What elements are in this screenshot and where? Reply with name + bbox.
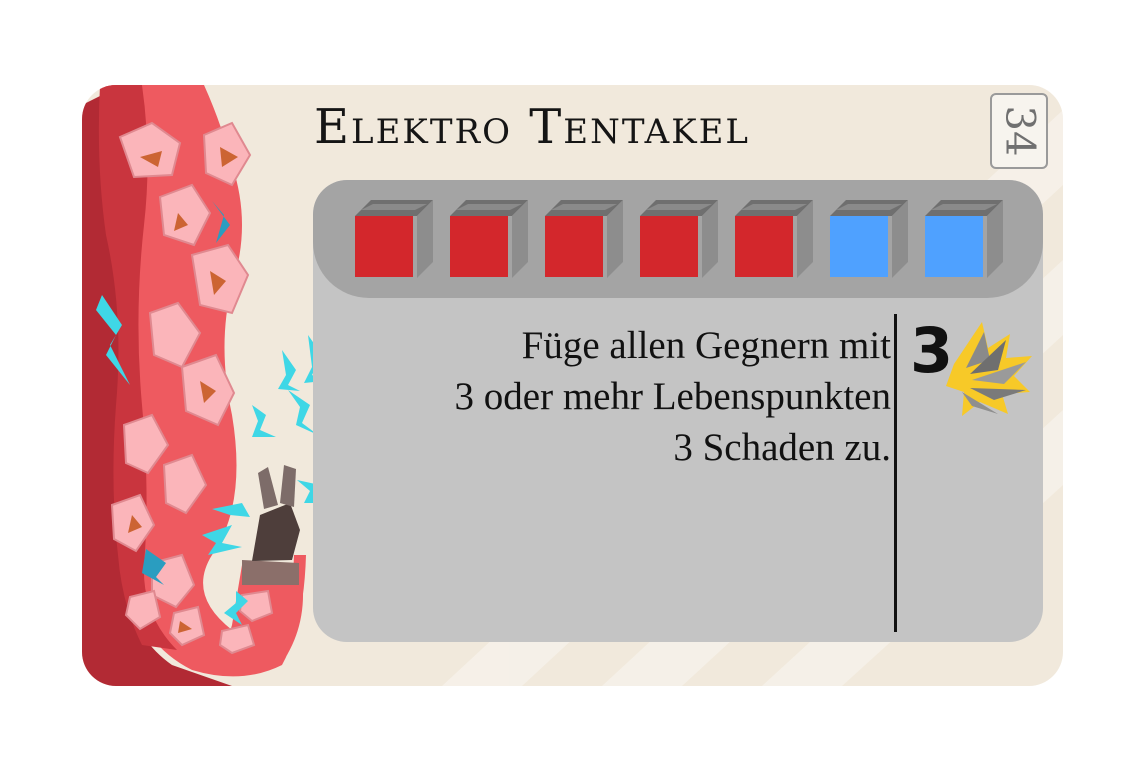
card-cost-badge: 34 [990, 93, 1048, 169]
cost-cube-red [640, 200, 718, 280]
cost-cube-bar [313, 180, 1043, 298]
effect-line: 3 oder mehr Lebenspunkten [454, 375, 891, 418]
cost-cube-blue [830, 200, 908, 280]
effect-line: Füge allen Gegnern mit [521, 324, 891, 367]
card[interactable]: Elektro Tentakel 34 Füge allen Gegnern m… [82, 85, 1063, 686]
effect-line: 3 Schaden zu. [673, 426, 891, 469]
cost-cube-red [735, 200, 813, 280]
effect-text: Füge allen Gegnern mit 3 oder mehr Leben… [371, 320, 891, 473]
cost-cube-red [355, 200, 433, 280]
card-title: Elektro Tentakel [314, 99, 751, 155]
cost-cube-red [450, 200, 528, 280]
cost-cube-red [545, 200, 623, 280]
damage-indicator: 3 [910, 318, 1040, 418]
cost-cube-blue [925, 200, 1003, 280]
divider [894, 314, 897, 632]
card-panel: Füge allen Gegnern mit 3 oder mehr Leben… [313, 180, 1043, 642]
damage-value: 3 [910, 314, 954, 387]
card-cost: 34 [996, 105, 1042, 157]
